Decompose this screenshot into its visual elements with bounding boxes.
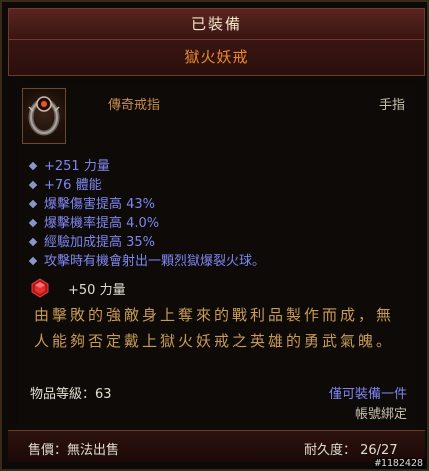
watermark: #1182428 xyxy=(372,458,425,469)
ruby-gem-icon xyxy=(31,278,49,298)
bullet-icon xyxy=(28,199,38,209)
equipped-label: 已裝備 xyxy=(9,9,424,40)
stat-line: 爆擊機率提高 4.0% xyxy=(24,214,414,233)
bullet-icon xyxy=(28,161,38,171)
bullet-icon xyxy=(28,180,38,190)
item-tooltip: 已裝備 獄火妖戒 傳奇戒指 手指 +251 力量 +76 體能 爆擊傷害提高 4… xyxy=(0,0,429,471)
socketed-gem: +50 力量 xyxy=(30,278,230,300)
stat-line: +76 體能 xyxy=(24,176,414,195)
stat-text: +251 力量 xyxy=(44,159,110,174)
stat-line: 爆擊傷害提高 43% xyxy=(24,195,414,214)
flavor-text: 由擊敗的強敵身上奪來的戰利品製作而成，無人能夠否定戴上獄火妖戒之英雄的勇武氣魄。 xyxy=(34,306,395,350)
stat-line: 攻擊時有機會射出一顆烈獄爆裂火球。 xyxy=(24,252,414,271)
stat-text: 爆擊傷害提高 43% xyxy=(44,197,156,212)
gem-bonus: +50 力量 xyxy=(68,283,126,298)
account-bound: 帳號綁定 xyxy=(354,407,407,422)
item-slot: 手指 xyxy=(378,98,405,113)
stat-list: +251 力量 +76 體能 爆擊傷害提高 43% 爆擊機率提高 4.0% 經驗… xyxy=(24,157,414,271)
item-type: 傳奇戒指 xyxy=(108,98,161,113)
stat-text: 攻擊時有機會射出一顆烈獄爆裂火球。 xyxy=(44,254,266,269)
stat-line: +251 力量 xyxy=(24,157,414,176)
item-name: 獄火妖戒 xyxy=(184,48,249,66)
bullet-icon xyxy=(28,218,38,228)
stat-text: 經驗加成提高 35% xyxy=(44,235,156,250)
stat-text: 爆擊機率提高 4.0% xyxy=(44,216,160,231)
stat-line: 經驗加成提高 35% xyxy=(24,233,414,252)
tooltip-footer: 售價：無法出售 耐久度： 26/27 xyxy=(8,430,425,462)
stat-text: +76 體能 xyxy=(44,178,102,193)
unique-equipped: 僅可裝備一件 xyxy=(328,387,407,402)
bullet-icon xyxy=(28,237,38,247)
sell-price: 售價：無法出售 xyxy=(28,443,120,458)
item-level: 物品等級：63 xyxy=(30,387,112,402)
bullet-icon xyxy=(28,256,38,266)
durability: 耐久度： 26/27 xyxy=(304,443,398,458)
ring-icon xyxy=(22,88,66,144)
tooltip-header: 已裝備 獄火妖戒 xyxy=(8,8,425,76)
